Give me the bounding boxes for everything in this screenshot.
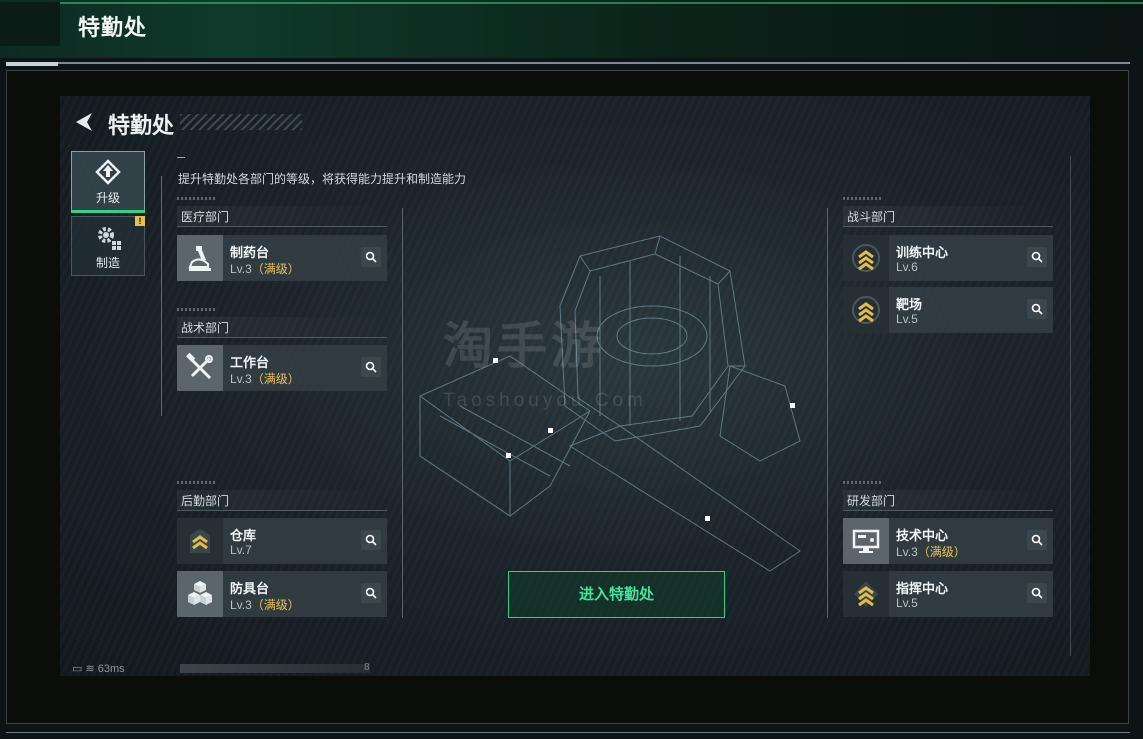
watermark: 淘手游 xyxy=(443,318,605,374)
watermark-sub: Taoshouyou.Com xyxy=(443,390,647,411)
rank-chevron-icon xyxy=(854,581,878,607)
divider-marker xyxy=(6,62,58,66)
right-bracket xyxy=(827,208,828,618)
dept-tactical-title: 战术部门 xyxy=(181,321,230,335)
search-icon xyxy=(365,361,377,373)
facility-level: Lv.3（满级） xyxy=(230,262,300,276)
search-button[interactable] xyxy=(1027,530,1047,550)
search-button[interactable] xyxy=(1027,299,1047,319)
search-icon xyxy=(1031,587,1043,599)
facility-level: Lv.5 xyxy=(896,596,918,610)
tab-upgrade[interactable]: 升级 xyxy=(71,151,145,213)
facility-level: Lv.3（满级） xyxy=(230,372,300,386)
dept-medical-title: 医疗部门 xyxy=(181,210,230,224)
facility-level: Lv.7 xyxy=(230,543,252,557)
facility-card-workbench[interactable]: 工作台 Lv.3（满级） xyxy=(177,345,387,391)
title-decoration xyxy=(180,114,302,130)
facility-card-armor-bench[interactable]: 防具台 Lv.3（满级） xyxy=(177,571,387,617)
window-title: 特勤处 xyxy=(78,15,148,40)
facility-icon-box xyxy=(843,518,889,564)
title-bar: 特勤处 xyxy=(0,0,1143,58)
dept-medical-header: 医疗部门 xyxy=(177,197,387,227)
search-button[interactable] xyxy=(361,357,381,377)
dept-combat-header: 战斗部门 xyxy=(843,197,1053,227)
facility-name: 技术中心 xyxy=(896,528,949,543)
enter-button[interactable]: 进入特勤处 xyxy=(508,571,725,618)
facility-icon-box xyxy=(177,235,223,281)
status-ping: ▭ ≋ 63ms xyxy=(72,663,125,675)
facility-name: 防具台 xyxy=(230,581,270,596)
facility-icon-box xyxy=(177,518,223,564)
game-screen: 淘手游 Taoshouyou.Com 特勤处 升级 制造 ! 提升特勤处各部门的… xyxy=(60,96,1090,676)
facility-icon-box xyxy=(177,345,223,391)
dept-combat-title: 战斗部门 xyxy=(847,210,896,224)
search-button[interactable] xyxy=(361,530,381,550)
rank-chevron-icon xyxy=(852,296,880,324)
facility-name: 仓库 xyxy=(230,528,257,543)
search-button[interactable] xyxy=(361,583,381,603)
boxes-icon xyxy=(188,581,212,605)
back-arrow-icon[interactable] xyxy=(72,111,94,133)
page-description: 提升特勤处各部门的等级，将获得能力提升和制造能力 xyxy=(178,172,467,186)
right-guide-line xyxy=(1070,156,1071,656)
tab-upgrade-label: 升级 xyxy=(95,191,120,205)
monitor-icon xyxy=(852,529,880,553)
gear-icon xyxy=(98,227,121,250)
search-icon xyxy=(365,534,377,546)
dept-research-title: 研发部门 xyxy=(847,494,896,508)
divider xyxy=(6,62,1130,64)
facility-icon-box xyxy=(177,571,223,617)
facility-card-command-center[interactable]: 指挥中心 Lv.5 xyxy=(843,571,1053,617)
status-counter: 8 xyxy=(364,662,370,673)
search-icon xyxy=(1031,534,1043,546)
facility-level: Lv.3（满级） xyxy=(230,598,300,612)
left-guide-line xyxy=(161,176,162,416)
upgrade-icon xyxy=(95,159,121,185)
facility-card-shooting-range[interactable]: 靶场 Lv.5 xyxy=(843,287,1053,333)
facility-level: Lv.3（满级） xyxy=(896,545,966,559)
dept-logistics-header: 后勤部门 xyxy=(177,481,387,511)
facility-card-tech-center[interactable]: 技术中心 Lv.3（满级） xyxy=(843,518,1053,564)
facility-card-training-center[interactable]: 训练中心 Lv.6 xyxy=(843,235,1053,281)
facility-icon-box xyxy=(843,287,889,333)
facility-name: 制药台 xyxy=(230,245,270,260)
facility-level: Lv.6 xyxy=(896,260,918,274)
desc-marker xyxy=(177,157,185,158)
tools-icon xyxy=(186,352,213,380)
tab-craft[interactable]: 制造 ! xyxy=(71,216,145,276)
facility-card-pharmacy[interactable]: 制药台 Lv.3（满级） xyxy=(177,235,387,281)
page-title: 特勤处 xyxy=(108,113,175,138)
bottom-divider xyxy=(6,732,1130,733)
facility-name: 指挥中心 xyxy=(896,581,949,596)
dept-logistics-title: 后勤部门 xyxy=(181,494,230,508)
facility-card-storage[interactable]: 仓库 Lv.7 xyxy=(177,518,387,564)
search-icon xyxy=(365,251,377,263)
search-button[interactable] xyxy=(361,247,381,267)
facility-icon-box xyxy=(843,571,889,617)
search-button[interactable] xyxy=(1027,247,1047,267)
facility-name: 靶场 xyxy=(896,297,923,312)
title-bar-stripe xyxy=(60,2,1143,4)
title-bar-accent xyxy=(0,2,60,46)
search-button[interactable] xyxy=(1027,583,1047,603)
search-icon xyxy=(365,587,377,599)
tab-craft-label: 制造 xyxy=(95,256,120,270)
rank-chevron-icon xyxy=(190,529,210,553)
facility-icon-box xyxy=(843,235,889,281)
tab-craft-badge: ! xyxy=(135,216,145,226)
rank-chevron-icon xyxy=(852,244,880,272)
status-bar xyxy=(180,664,370,673)
dept-tactical-header: 战术部门 xyxy=(177,308,387,338)
search-icon xyxy=(1031,251,1043,263)
microscope-icon xyxy=(188,246,211,271)
search-icon xyxy=(1031,303,1043,315)
facility-name: 训练中心 xyxy=(896,245,949,260)
facility-name: 工作台 xyxy=(230,355,270,370)
facility-level: Lv.5 xyxy=(896,312,918,326)
left-bracket xyxy=(402,208,403,618)
dept-research-header: 研发部门 xyxy=(843,481,1053,511)
